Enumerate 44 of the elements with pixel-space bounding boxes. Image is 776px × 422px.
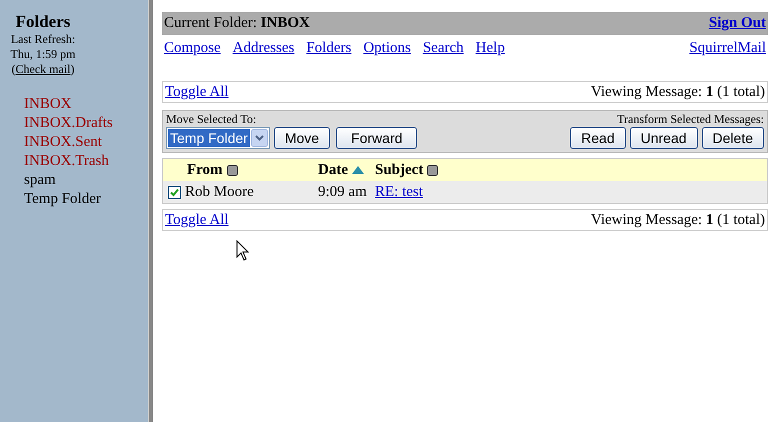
- folder-link[interactable]: INBOX.Sent: [24, 133, 113, 152]
- cursor-icon: [236, 240, 249, 261]
- date-cell-text: 9:09 am: [318, 182, 368, 202]
- sender-cell-text: Rob Moore: [185, 182, 254, 202]
- sidebar-title: Folders: [16, 12, 70, 32]
- folder-select[interactable]: Temp Folder: [166, 127, 270, 149]
- sort-icon[interactable]: [427, 164, 438, 176]
- column-header[interactable]: Subject: [375, 158, 424, 182]
- toggle-all-link[interactable]: Toggle All: [165, 80, 229, 104]
- current-folder-text: Current Folder: INBOX: [164, 14, 310, 34]
- nav-link[interactable]: Options: [363, 37, 411, 60]
- message-action-button[interactable]: Read: [570, 127, 626, 149]
- folder-link[interactable]: INBOX.Drafts: [24, 114, 113, 133]
- paren-text: ): [70, 62, 74, 77]
- toggle-all-link[interactable]: Toggle All: [165, 208, 229, 232]
- move-button[interactable]: Move: [274, 127, 330, 149]
- sign-out-link[interactable]: Sign Out: [708, 12, 766, 35]
- paren-text: (: [12, 62, 16, 77]
- sort-icon[interactable]: [226, 164, 238, 176]
- transform-label: Transform Selected Messages:: [617, 112, 764, 127]
- last-refresh-label: Last Refresh:: [10, 32, 76, 47]
- sort-ascending-icon[interactable]: [352, 166, 364, 174]
- move-selected-label: Move Selected To:: [166, 112, 258, 127]
- column-header[interactable]: From: [187, 158, 223, 182]
- refresh-time: Thu, 1:59 pm: [10, 47, 76, 62]
- nav-link[interactable]: Addresses: [232, 37, 294, 60]
- nav-link[interactable]: Help: [476, 37, 505, 60]
- forward-button[interactable]: Forward: [336, 127, 418, 149]
- nav-link[interactable]: Compose: [164, 37, 221, 60]
- message-action-button[interactable]: Unread: [630, 127, 698, 149]
- check-mail-link[interactable]: Check mail: [16, 62, 70, 77]
- nav-link[interactable]: Folders: [306, 37, 352, 60]
- viewing-message-text: Viewing Message: 1 (1 total): [590, 82, 765, 102]
- folder-link[interactable]: Temp Folder: [24, 190, 113, 209]
- folder-link[interactable]: spam: [24, 171, 113, 190]
- row-checkbox[interactable]: [168, 186, 181, 198]
- viewing-message-text: Viewing Message: 1 (1 total): [590, 210, 765, 230]
- squirrelmail-link[interactable]: SquirrelMail: [689, 37, 766, 60]
- subject-link[interactable]: RE: test: [375, 180, 423, 204]
- folder-link[interactable]: INBOX: [24, 95, 113, 114]
- folder-link[interactable]: INBOX.Trash: [24, 152, 113, 171]
- column-header[interactable]: Date: [318, 158, 348, 182]
- nav-link[interactable]: Search: [422, 37, 464, 60]
- message-action-button[interactable]: Delete: [702, 127, 764, 149]
